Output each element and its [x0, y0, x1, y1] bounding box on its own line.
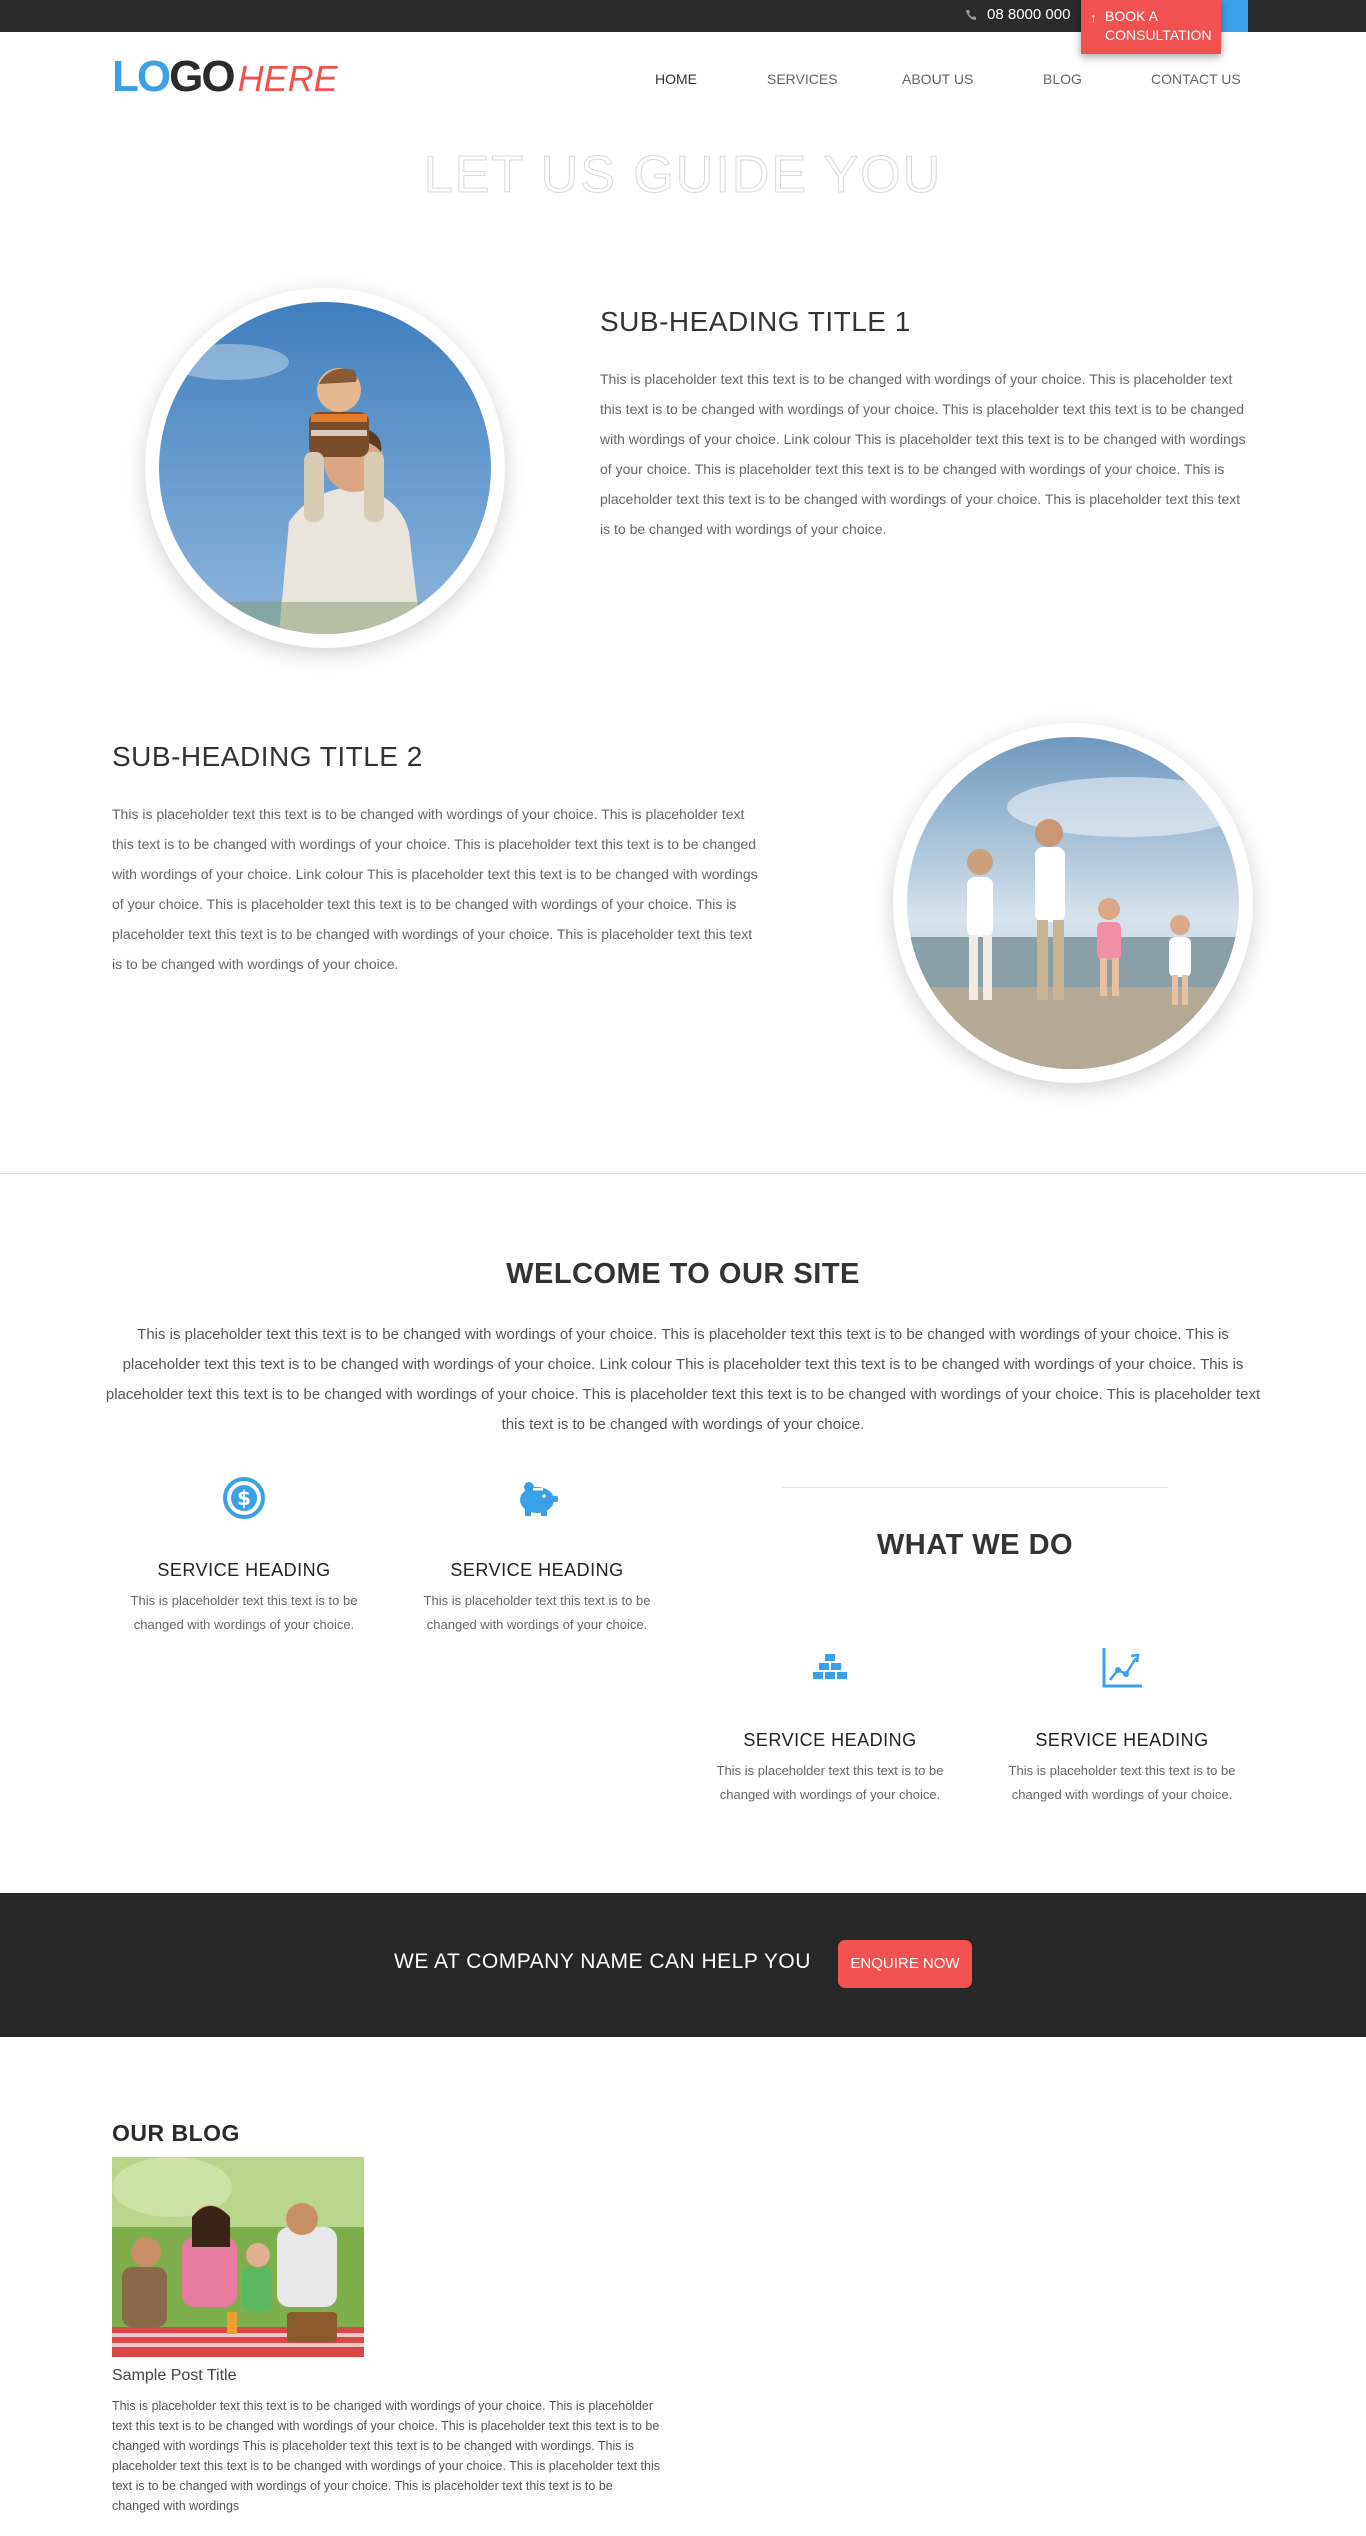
service-heading: SERVICE HEADING — [743, 1730, 917, 1750]
blog-post-title[interactable]: Sample Post Title — [112, 2367, 237, 2385]
blog-post-image[interactable] — [112, 2157, 364, 2357]
blog-title: OUR BLOG — [112, 2120, 240, 2146]
section1-heading: SUB-HEADING TITLE 1 — [600, 306, 911, 337]
service-text: This is placeholder text this text is to… — [716, 1763, 944, 1802]
book-consultation-button[interactable]: ↑ BOOK A CONSULTATION — [1081, 0, 1221, 54]
service-item: SERVICE HEADING This is placeholder text… — [700, 1644, 960, 1807]
father-son-photo-frame — [145, 288, 505, 648]
service-text: This is placeholder text this text is to… — [130, 1593, 358, 1632]
section2-heading: SUB-HEADING TITLE 2 — [112, 741, 423, 772]
father-son-photo — [159, 302, 491, 634]
nav-contact-us[interactable]: CONTACT US — [1151, 71, 1241, 87]
section-divider — [0, 1173, 1366, 1174]
cta-text: WE AT COMPANY NAME CAN HELP YOU — [394, 1950, 811, 1973]
section1-text: This is placeholder text this text is to… — [600, 371, 1246, 537]
what-we-do-rule — [782, 1487, 1168, 1488]
family-picnic-photo — [112, 2157, 364, 2357]
family-beach-photo-frame — [893, 723, 1253, 1083]
piggy-bank-icon — [520, 1482, 558, 1516]
nav-services[interactable]: SERVICES — [767, 71, 838, 87]
book-button-line2: CONSULTATION — [1105, 27, 1212, 43]
enquire-now-button[interactable]: ENQUIRE NOW — [838, 1940, 972, 1988]
service-text: This is placeholder text this text is to… — [423, 1593, 651, 1632]
service-heading: SERVICE HEADING — [1035, 1730, 1209, 1750]
service-item: $ SERVICE HEADING This is placeholder te… — [114, 1474, 374, 1637]
section2-text: This is placeholder text this text is to… — [112, 806, 758, 972]
welcome-text: This is placeholder text this text is to… — [105, 1326, 1261, 1433]
what-we-do-title: WHAT WE DO — [876, 1529, 1074, 1561]
service-item: SERVICE HEADING This is placeholder text… — [992, 1644, 1252, 1807]
phone-contact[interactable]: 08 8000 000 — [965, 6, 1070, 23]
svg-text:$: $ — [237, 1486, 251, 1510]
nav-blog[interactable]: BLOG — [1043, 71, 1082, 87]
service-heading: SERVICE HEADING — [450, 1560, 624, 1580]
service-heading: SERVICE HEADING — [157, 1560, 331, 1580]
gold-bars-icon — [813, 1654, 847, 1679]
nav-home[interactable]: HOME — [655, 71, 697, 87]
main-nav: HOME SERVICES ABOUT US BLOG CONTACT US — [0, 71, 1366, 91]
phone-icon — [966, 9, 976, 20]
book-button-line1: BOOK A — [1105, 8, 1158, 24]
hero-title: LET US GUIDE YOU — [423, 146, 943, 194]
dollar-icon: $ — [223, 1477, 265, 1519]
cta-band: WE AT COMPANY NAME CAN HELP YOU ENQUIRE … — [0, 1893, 1366, 2037]
arrow-up-icon: ↑ — [1090, 10, 1097, 25]
nav-about-us[interactable]: ABOUT US — [902, 71, 973, 87]
welcome-title: WELCOME TO OUR SITE — [506, 1258, 860, 1290]
phone-number[interactable]: 08 8000 000 — [987, 6, 1070, 23]
service-text: This is placeholder text this text is to… — [1008, 1763, 1236, 1802]
family-beach-photo — [907, 737, 1239, 1069]
blog-post-excerpt: This is placeholder text this text is to… — [112, 2399, 660, 2513]
chart-growth-icon — [1102, 1648, 1142, 1688]
service-item: SERVICE HEADING This is placeholder text… — [407, 1474, 667, 1637]
